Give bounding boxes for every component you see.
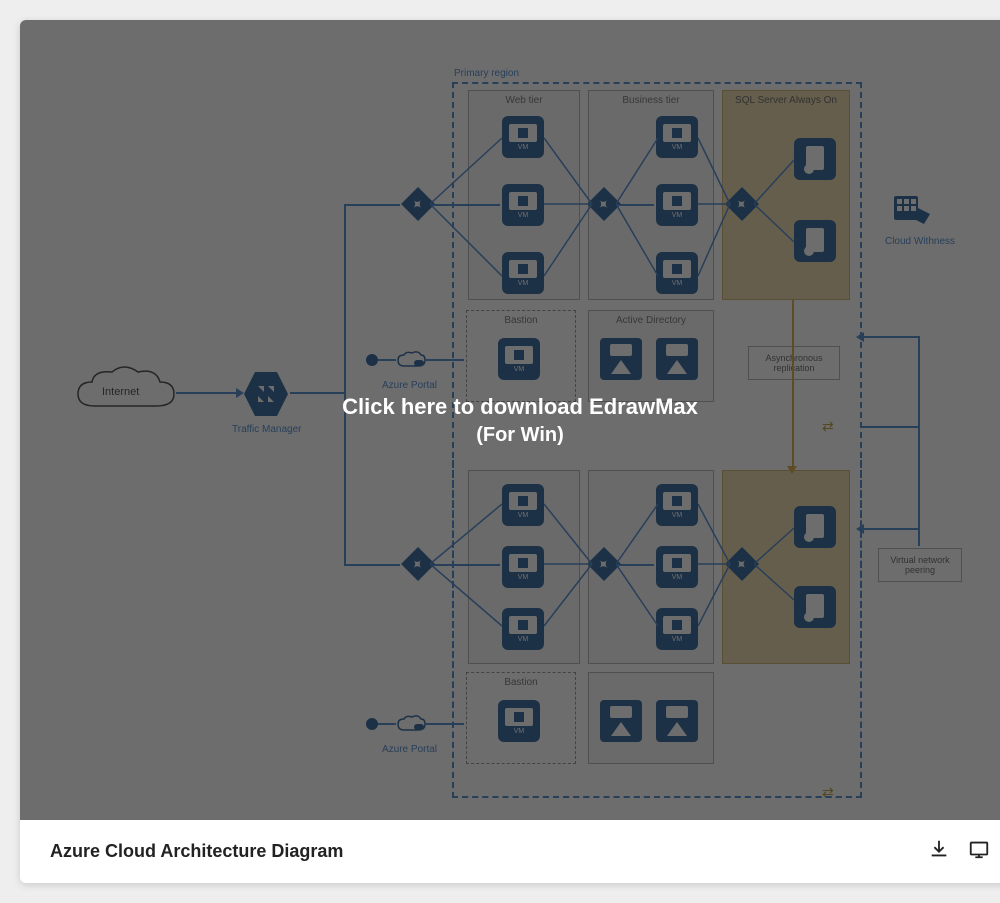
diagram-canvas: Primary region Web tier Business tier SQ…	[20, 20, 1000, 820]
overlay-line2: (For Win)	[476, 424, 564, 447]
download-icon[interactable]	[928, 838, 950, 865]
footer-bar: Azure Cloud Architecture Diagram	[20, 820, 1000, 883]
download-overlay[interactable]: Click here to download EdrawMax (For Win…	[20, 20, 1000, 820]
diagram-title: Azure Cloud Architecture Diagram	[50, 841, 343, 862]
fullscreen-icon[interactable]	[968, 838, 990, 865]
diagram-card: Primary region Web tier Business tier SQ…	[20, 20, 1000, 883]
overlay-line1: Click here to download EdrawMax	[342, 394, 698, 420]
